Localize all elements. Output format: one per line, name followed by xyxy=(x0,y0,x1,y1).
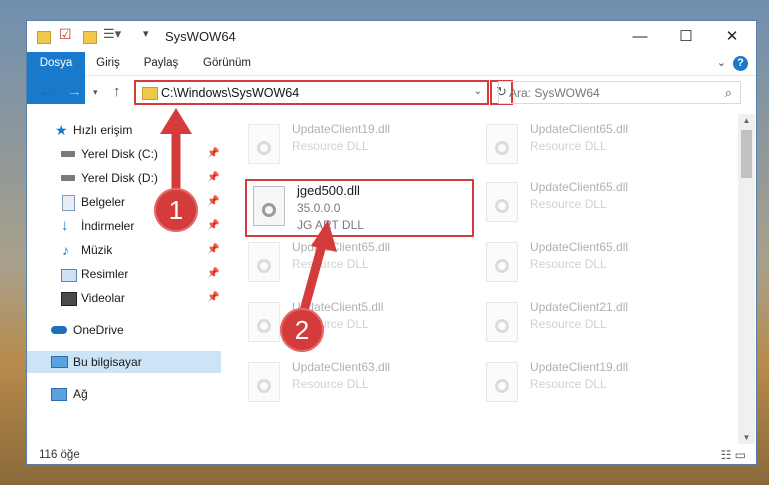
arrow-1-head xyxy=(160,108,192,134)
annotation-arrows xyxy=(160,108,337,320)
step-2-badge: 2 xyxy=(280,308,324,352)
arrow-2 xyxy=(297,243,327,320)
step-1-badge: 1 xyxy=(154,188,198,232)
arrow-2-head xyxy=(311,220,337,252)
